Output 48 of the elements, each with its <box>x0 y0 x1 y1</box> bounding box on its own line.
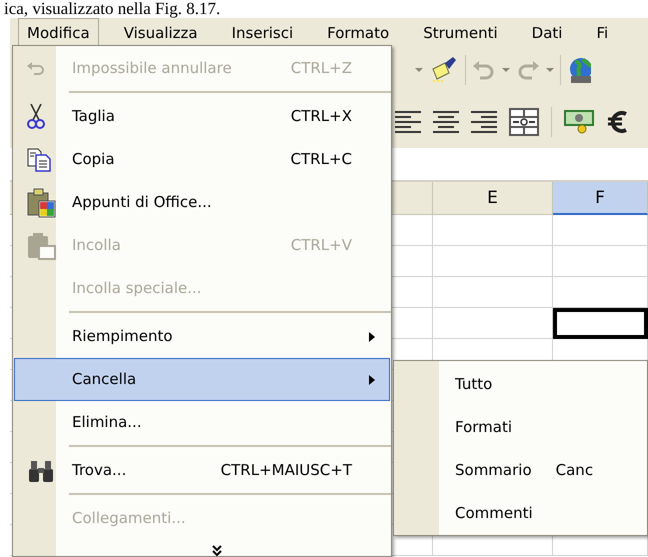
clipboard-icon <box>27 188 57 218</box>
menu-item[interactable]: Formati <box>394 406 647 449</box>
menu-bar-item[interactable]: Formato <box>318 18 398 45</box>
grid-cell[interactable] <box>553 277 648 308</box>
active-cell[interactable] <box>553 308 648 339</box>
menu-item[interactable]: Tutto <box>394 363 647 406</box>
currency-icon[interactable] <box>564 108 594 134</box>
menu-item[interactable]: Appunti di Office... <box>14 181 390 224</box>
grid-cell[interactable] <box>553 215 648 246</box>
menu-bar-item[interactable]: Visualizza <box>114 18 207 45</box>
menu-item[interactable]: Riempimento <box>14 315 390 358</box>
merge-center-icon[interactable] <box>509 108 539 136</box>
grid-cell[interactable] <box>433 308 553 339</box>
menu-item[interactable]: Taglia CTRL+X <box>14 95 390 138</box>
menu-item[interactable]: Copia CTRL+C <box>14 138 390 181</box>
grid-cell[interactable] <box>553 246 648 277</box>
dropdown-arrow-icon[interactable] <box>415 68 423 72</box>
undo-icon[interactable] <box>472 60 496 80</box>
euro-icon[interactable] <box>606 108 630 134</box>
align-left-icon[interactable] <box>395 110 421 134</box>
dropdown-arrow-icon[interactable] <box>502 68 510 72</box>
align-center-icon[interactable] <box>433 110 459 134</box>
binoculars-icon <box>27 458 55 482</box>
menu-item[interactable]: Commenti <box>394 492 647 535</box>
menu-bar-item[interactable]: Fi <box>587 18 618 45</box>
grid-cell[interactable] <box>433 246 553 277</box>
menu-bar-item[interactable]: Strumenti <box>414 18 507 45</box>
redo-icon[interactable] <box>516 60 540 80</box>
grid-cell[interactable] <box>433 277 553 308</box>
align-right-icon[interactable] <box>471 110 497 134</box>
caption-text: ica, visualizzato nella Fig. 8.17. <box>3 0 222 18</box>
menu-bar-item[interactable]: Dati <box>522 18 572 45</box>
column-header[interactable]: E <box>433 182 553 215</box>
menu-bar-item[interactable]: Inserisci <box>222 18 302 45</box>
copy-icon <box>27 148 53 172</box>
scissors-icon <box>27 104 45 130</box>
expand-chevron-icon[interactable] <box>212 544 222 556</box>
undo-icon <box>27 62 45 76</box>
dropdown-arrow-icon[interactable] <box>546 68 554 72</box>
column-header[interactable]: F <box>553 182 648 215</box>
menu-item[interactable]: Trova... CTRL+MAIUSC+T <box>14 449 390 492</box>
clipboard-icon <box>27 232 57 260</box>
grid-cell[interactable] <box>433 215 553 246</box>
menu-item[interactable]: Cancella <box>14 358 390 401</box>
globe-icon[interactable] <box>567 56 591 84</box>
menu-item[interactable]: Sommario Canc <box>394 449 647 492</box>
menu-bar-item[interactable]: Modifica <box>18 18 99 45</box>
menu-item[interactable]: Elimina... <box>14 401 390 444</box>
